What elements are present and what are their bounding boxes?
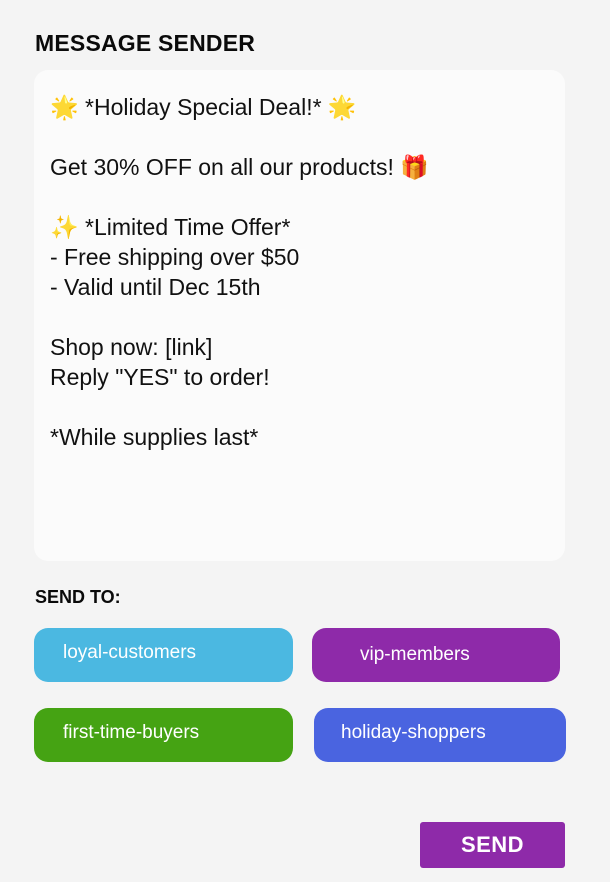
send-button[interactable]: SEND <box>420 822 565 868</box>
recipient-chip-loyal-customers[interactable]: loyal-customers <box>34 628 293 682</box>
page-title: MESSAGE SENDER <box>35 30 256 56</box>
message-sender-panel: MESSAGE SENDER 🌟 *Holiday Special Deal!*… <box>0 0 610 882</box>
send-to-label: SEND TO: <box>35 587 121 607</box>
message-content[interactable]: 🌟 *Holiday Special Deal!* 🌟 Get 30% OFF … <box>50 92 550 452</box>
message-textarea[interactable]: 🌟 *Holiday Special Deal!* 🌟 Get 30% OFF … <box>34 70 565 561</box>
recipient-chip-vip-members[interactable]: vip-members <box>312 628 560 682</box>
recipient-chip-first-time-buyers[interactable]: first-time-buyers <box>34 708 293 762</box>
recipient-chip-holiday-shoppers[interactable]: holiday-shoppers <box>314 708 566 762</box>
